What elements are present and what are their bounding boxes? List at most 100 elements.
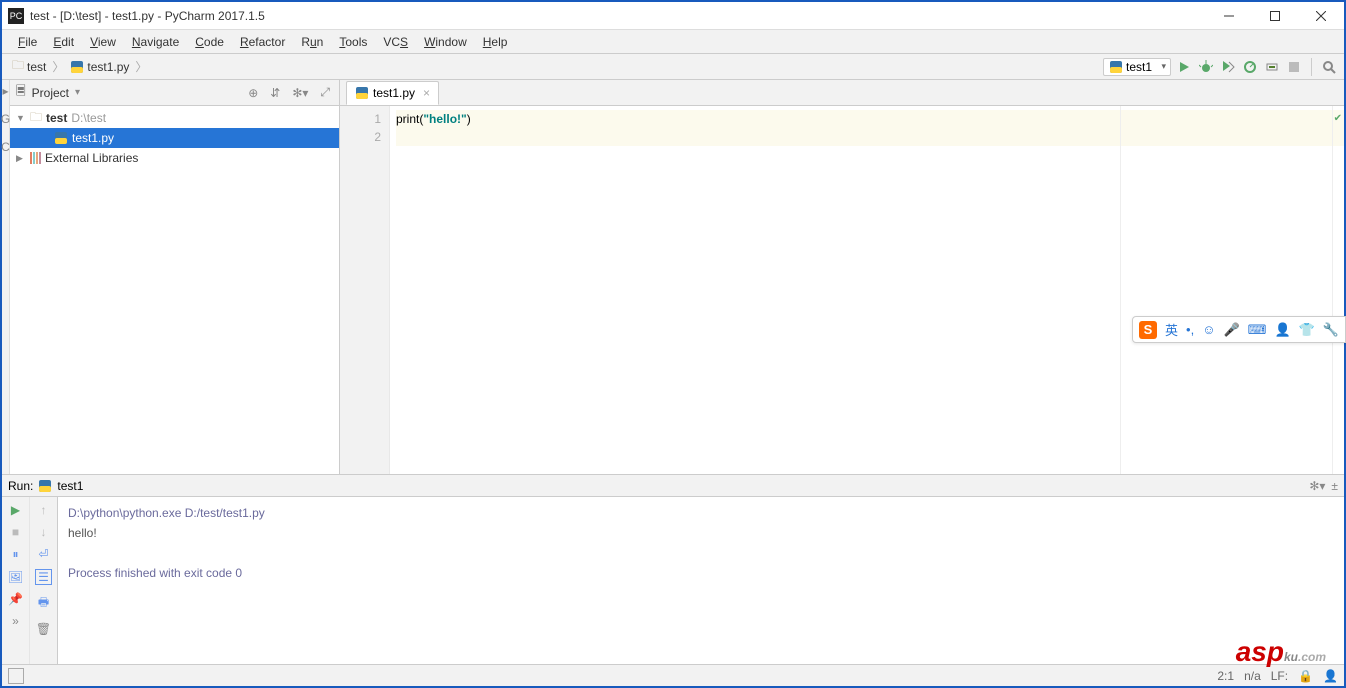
project-view-dropdown[interactable]: ▾ [75, 87, 80, 98]
stop-icon [1288, 61, 1300, 73]
collapse-all-button[interactable]: ⇵ [267, 86, 283, 100]
encoding-indicator[interactable]: n/a [1244, 669, 1261, 683]
code-editor[interactable]: 1 2 print("hello!") ✔ [340, 106, 1344, 474]
code-token: print [396, 112, 419, 126]
external-libraries-label: External Libraries [45, 151, 138, 165]
maximize-icon [1270, 11, 1280, 21]
breadcrumb-root[interactable]: 🗀 test [8, 55, 50, 78]
code-token: hello! [429, 112, 461, 126]
menu-window[interactable]: Window [416, 33, 475, 51]
search-icon [1322, 60, 1336, 74]
run-configuration-selector[interactable]: test1 [1103, 58, 1171, 76]
tree-root-name: test [46, 111, 67, 125]
run-hide-button[interactable]: ± [1331, 479, 1338, 493]
caret-position[interactable]: 2:1 [1217, 669, 1234, 683]
left-tool-stripe: ▸ G C [2, 80, 10, 474]
menu-vcs[interactable]: VCS [375, 33, 416, 51]
stripe-marker: G [1, 112, 10, 126]
ime-toolbar[interactable]: S 英 •, ☺ 🎤 ⌨ 👤 👕 🔧 [1132, 316, 1346, 343]
maximize-button[interactable] [1252, 2, 1298, 30]
search-everywhere-button[interactable] [1320, 58, 1338, 76]
scroll-end-button[interactable]: ☰ [35, 569, 52, 585]
print-button[interactable]: 🖶 [38, 593, 49, 614]
clear-button[interactable]: 🗑 [36, 622, 51, 636]
debug-button[interactable] [1197, 58, 1215, 76]
run-toolbar-2: ↑ ↓ ⏎ ☰ 🖶 🗑 [30, 497, 58, 664]
run-button[interactable] [1175, 58, 1193, 76]
tree-external-libraries[interactable]: ▶ External Libraries [10, 148, 339, 168]
profile-button[interactable] [1241, 58, 1259, 76]
app-icon: PC [8, 8, 24, 24]
run-settings-button[interactable]: ✻▾ [1309, 479, 1325, 493]
menu-tools[interactable]: Tools [331, 33, 375, 51]
menu-help[interactable]: Help [475, 33, 516, 51]
tool-windows-button[interactable] [8, 668, 24, 684]
tree-file-name: test1.py [72, 131, 114, 145]
expand-arrow-icon[interactable]: ▼ [16, 113, 26, 123]
run-with-coverage-button[interactable] [1219, 58, 1237, 76]
python-file-icon [70, 60, 84, 74]
hide-button[interactable]: ⤢ [317, 85, 333, 100]
error-stripe: ✔ [1332, 106, 1344, 474]
expand-arrow-icon[interactable]: ▶ [16, 153, 26, 164]
menu-edit[interactable]: Edit [45, 33, 82, 51]
editor-tab-label: test1.py [373, 86, 415, 100]
soft-wrap-button[interactable]: ⏎ [38, 547, 48, 561]
editor-tab[interactable]: test1.py × [346, 81, 439, 105]
titlebar: PC test - [D:\test] - test1.py - PyCharm… [2, 2, 1344, 30]
run-toolbar-1: ▶ ■ ⏸ 🖼 📌 » [2, 497, 30, 664]
ime-skin-icon[interactable]: 👕 [1299, 322, 1315, 338]
breadcrumb-file[interactable]: test1.py [66, 59, 133, 75]
code-token: ) [467, 112, 471, 126]
ime-punct-icon[interactable]: •, [1186, 322, 1194, 337]
lock-icon[interactable]: 🔒 [1298, 669, 1313, 683]
rerun-button[interactable]: ▶ [11, 503, 20, 517]
close-button[interactable]: » [12, 614, 19, 628]
ime-keyboard-icon[interactable]: ⌨ [1248, 322, 1267, 338]
right-margin-line [1120, 106, 1121, 474]
attach-button[interactable] [1263, 58, 1281, 76]
menu-code[interactable]: Code [187, 33, 232, 51]
code-content[interactable]: print("hello!") ✔ [390, 106, 1344, 474]
dump-button[interactable]: 🖼 [8, 570, 23, 584]
line-ending-indicator[interactable]: LF: [1271, 669, 1288, 683]
ime-voice-icon[interactable]: 🎤 [1223, 322, 1239, 338]
stop-button[interactable] [1285, 58, 1303, 76]
pin-button[interactable]: 📌 [8, 592, 23, 606]
ime-lang[interactable]: 英 [1165, 320, 1178, 339]
app-window: PC test - [D:\test] - test1.py - PyCharm… [0, 0, 1346, 688]
ime-tool-icon[interactable]: 🔧 [1323, 322, 1339, 338]
ime-emoji-icon[interactable]: ☺ [1202, 322, 1215, 337]
console-output[interactable]: D:\python\python.exe D:/test/test1.py he… [58, 497, 1344, 664]
menu-view[interactable]: View [82, 33, 124, 51]
python-icon [1110, 61, 1122, 73]
menu-refactor[interactable]: Refactor [232, 33, 293, 51]
ime-user-icon[interactable]: 👤 [1274, 322, 1290, 338]
tree-file[interactable]: test1.py [10, 128, 339, 148]
python-icon [39, 480, 51, 492]
up-button[interactable]: ↑ [41, 503, 47, 517]
play-icon [1178, 61, 1190, 73]
hector-icon[interactable]: 👤 [1323, 669, 1338, 683]
locate-button[interactable]: ⊕ [245, 86, 261, 100]
pause-button[interactable]: ⏸ [12, 547, 18, 562]
project-tree[interactable]: ▼ 🗀 test D:\test test1.py ▶ External Lib… [10, 106, 339, 474]
line-number: 1 [340, 110, 381, 128]
window-title: test - [D:\test] - test1.py - PyCharm 20… [30, 9, 1206, 23]
menu-navigate[interactable]: Navigate [124, 33, 187, 51]
python-file-icon [54, 131, 68, 145]
minimize-button[interactable] [1206, 2, 1252, 30]
menu-run[interactable]: Run [293, 33, 331, 51]
editor-tabs: test1.py × [340, 80, 1344, 106]
down-button[interactable]: ↓ [41, 525, 47, 539]
close-button[interactable] [1298, 2, 1344, 30]
settings-button[interactable]: ✻▾ [289, 86, 311, 100]
menu-file[interactable]: File [10, 33, 45, 51]
main-body: ▸ G C 🗏 Project ▾ ⊕ ⇵ ✻▾ ⤢ ▼ 🗀 test D:\t [2, 80, 1344, 474]
tab-close-button[interactable]: × [423, 86, 430, 100]
console-exit: Process finished with exit code 0 [68, 563, 1334, 583]
stop-button[interactable]: ■ [12, 525, 19, 539]
tree-root[interactable]: ▼ 🗀 test D:\test [10, 108, 339, 128]
navigation-bar: 🗀 test 〉 test1.py 〉 test1 [2, 54, 1344, 80]
run-header: Run: test1 ✻▾ ± [2, 475, 1344, 497]
